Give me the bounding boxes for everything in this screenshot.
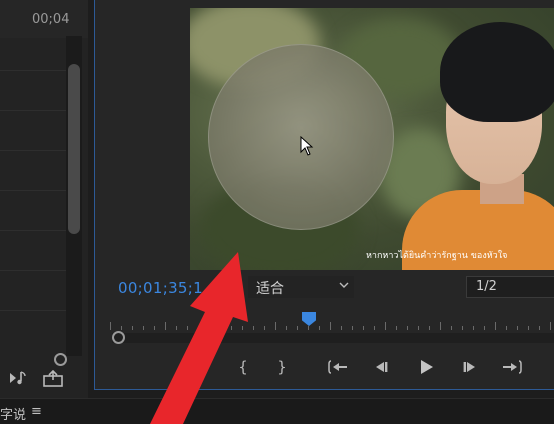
mark-out-button[interactable]: } (273, 356, 291, 378)
monitor-time-ruler[interactable] (110, 312, 554, 330)
monitor-zoom-scrollbar[interactable] (112, 333, 554, 343)
playback-resolution-select[interactable]: 1/2 (466, 276, 554, 298)
ruler-tick (473, 326, 474, 330)
timeline-zoom-handle[interactable] (54, 353, 67, 366)
video-preview[interactable]: หากหาวได้ยินคำว่ารักฐาน ของหัวใจ (190, 8, 554, 270)
ruler-tick (132, 326, 133, 330)
ruler-tick (451, 326, 452, 330)
ruler-tick (198, 326, 199, 330)
ruler-tick (209, 326, 210, 330)
ruler-tick (110, 322, 111, 330)
timeline-ruler[interactable]: 00;04 (0, 0, 88, 38)
playhead-timecode[interactable]: 00;01;35;1 (118, 279, 203, 297)
track-divider (0, 110, 68, 111)
zoom-level-select[interactable]: 适合 (248, 276, 354, 298)
ruler-tick (550, 322, 551, 330)
track-divider (0, 190, 68, 191)
ruler-tick (429, 326, 430, 330)
timeline-scrollbar-thumb[interactable] (68, 64, 80, 234)
ruler-tick (253, 326, 254, 330)
ruler-tick (165, 322, 166, 330)
ruler-tick (187, 326, 188, 330)
mark-in-button[interactable]: { (234, 356, 252, 378)
ruler-tick (297, 326, 298, 330)
ruler-tick (396, 326, 397, 330)
ruler-tick (418, 326, 419, 330)
chevron-down-icon (338, 279, 350, 294)
add-marker-button[interactable] (188, 356, 206, 378)
ruler-tick (462, 326, 463, 330)
ruler-tick (330, 322, 331, 330)
ruler-tick (154, 326, 155, 330)
export-frame-icon[interactable] (42, 369, 64, 388)
music-note-icon[interactable] (8, 370, 30, 388)
track-divider (0, 310, 68, 311)
ruler-tick (352, 326, 353, 330)
bottom-panel-header: 字说 ≡ (0, 398, 554, 424)
mark-in-icon: { (238, 358, 248, 376)
step-back-icon (376, 362, 388, 372)
ruler-timecode: 00;04 (32, 12, 70, 27)
ruler-tick (528, 326, 529, 330)
ruler-tick (121, 326, 122, 330)
ruler-tick (242, 326, 243, 330)
ruler-tick (484, 326, 485, 330)
ruler-tick (231, 326, 232, 330)
go-to-out-icon (503, 360, 522, 374)
ruler-tick (495, 322, 496, 330)
zoom-level-value: 适合 (256, 281, 284, 297)
step-forward-icon (463, 362, 475, 372)
track-divider (0, 70, 68, 71)
hamburger-menu-icon[interactable]: ≡ (31, 404, 42, 419)
track-divider (0, 230, 68, 231)
go-to-out-button[interactable] (500, 356, 524, 378)
ruler-tick (275, 322, 276, 330)
ruler-tick (176, 326, 177, 330)
ruler-tick (385, 322, 386, 330)
step-forward-button[interactable] (459, 356, 481, 378)
ruler-tick (220, 322, 221, 330)
ruler-tick (319, 326, 320, 330)
ruler-tick (308, 326, 309, 330)
ruler-tick (264, 326, 265, 330)
play-icon (421, 360, 433, 374)
ruler-tick (539, 326, 540, 330)
play-button[interactable] (414, 356, 438, 378)
monitor-zoom-handle[interactable] (112, 331, 125, 344)
ruler-tick (374, 326, 375, 330)
panel-tab-label[interactable]: 字说 (0, 404, 26, 423)
add-marker-icon (192, 362, 202, 373)
timeline-panel: 00;04 (0, 0, 88, 398)
ruler-tick (363, 326, 364, 330)
mouse-cursor-icon (300, 135, 314, 160)
step-back-button[interactable] (370, 356, 392, 378)
track-divider (0, 150, 68, 151)
mark-out-icon: } (277, 358, 287, 376)
resolution-value: 1/2 (476, 279, 497, 294)
ruler-tick (440, 322, 441, 330)
go-to-in-button[interactable] (326, 356, 350, 378)
ruler-tick (506, 326, 507, 330)
ruler-tick (517, 326, 518, 330)
ruler-tick (341, 326, 342, 330)
ruler-tick (407, 326, 408, 330)
person-hair (440, 22, 554, 122)
video-subtitle: หากหาวได้ยินคำว่ารักฐาน ของหัวใจ (366, 251, 508, 261)
ruler-tick (286, 326, 287, 330)
track-divider (0, 270, 68, 271)
go-to-in-icon (328, 360, 347, 374)
ruler-tick (143, 326, 144, 330)
